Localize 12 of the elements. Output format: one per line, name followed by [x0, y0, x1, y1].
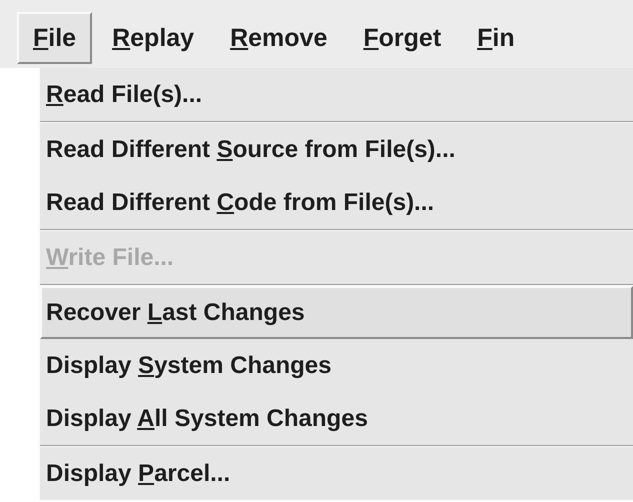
menu-item[interactable]: Display System Changes — [40, 339, 633, 392]
menu-item[interactable]: Recover Last Changes — [40, 286, 633, 339]
menu-item[interactable]: Read File(s)... — [40, 68, 633, 121]
menu-bar-item[interactable]: Remove — [214, 12, 344, 64]
menu-item[interactable]: Read Different Code from File(s)... — [40, 176, 633, 229]
menu-item[interactable]: Display Parcel... — [40, 447, 633, 500]
menu-item[interactable]: Read Different Source from File(s)... — [40, 123, 633, 176]
menu-bar-item[interactable]: Replay — [96, 12, 210, 64]
menu-item[interactable]: Display All System Changes — [40, 392, 633, 445]
menu-bar-item[interactable]: Forget — [347, 12, 458, 64]
menu-bar-item[interactable]: File — [17, 12, 92, 64]
menu-bar-item[interactable]: Fin — [461, 12, 531, 64]
